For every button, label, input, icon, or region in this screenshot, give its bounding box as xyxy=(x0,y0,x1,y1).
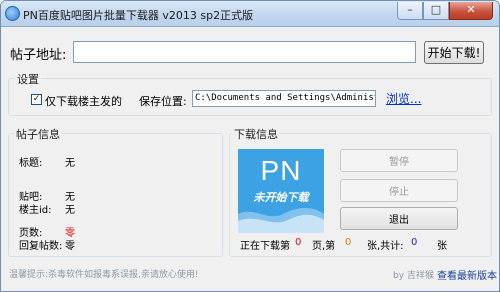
close-button[interactable]: ✕ xyxy=(449,2,493,20)
owner-id-value: 无 xyxy=(65,205,75,216)
only-owner-checkbox[interactable]: ✓ xyxy=(31,94,42,105)
window-controls: – □ ✕ xyxy=(397,2,493,20)
page-word: 页,第 xyxy=(312,241,336,252)
window-title: PN百度贴吧图片批量下载器 v2013 sp2正式版 xyxy=(23,9,254,22)
title-label: 标题: xyxy=(19,158,43,169)
replies-value: 零 xyxy=(65,241,75,252)
title-bar[interactable]: PN百度贴吧图片批量下载器 v2013 sp2正式版 – □ ✕ xyxy=(1,1,499,27)
replies-label: 回复帖数: xyxy=(19,241,63,252)
start-download-button[interactable]: 开始下载! xyxy=(424,41,484,64)
app-icon xyxy=(5,6,20,21)
minimize-button[interactable]: – xyxy=(397,2,423,20)
owner-id-label: 楼主id: xyxy=(19,205,52,216)
post-url-label: 帖子地址: xyxy=(10,48,67,63)
download-status-text: 未开始下载 xyxy=(253,191,309,204)
settings-section-label: 设置 xyxy=(15,71,41,87)
post-info-section-label: 帖子信息 xyxy=(14,126,62,142)
total-image-count: 0 xyxy=(411,237,418,248)
stop-button[interactable]: 停止 xyxy=(340,179,458,202)
total-word: 张 xyxy=(437,241,447,252)
maximize-button[interactable]: □ xyxy=(423,2,449,20)
footer-author-text: by 吉祥猴 xyxy=(393,271,434,281)
post-url-input[interactable] xyxy=(73,41,416,63)
current-page-count: 0 xyxy=(295,237,302,248)
pn-logo-text: PN xyxy=(260,155,302,186)
image-word: 张,共计: xyxy=(367,241,404,252)
pn-logo-image: PN 未开始下载 xyxy=(238,149,324,233)
progress-prefix: 正在下载第 xyxy=(240,241,290,252)
latest-version-link[interactable]: 查看最新版本 xyxy=(437,267,497,282)
save-path-field[interactable]: C:\Documents and Settings\Administrator\… xyxy=(192,90,376,107)
save-location-label: 保存位置: xyxy=(139,95,187,108)
title-value: 无 xyxy=(65,158,75,169)
logo-wave-graphic xyxy=(238,208,324,233)
only-owner-label[interactable]: 仅下载楼主发的 xyxy=(45,93,122,109)
exit-button[interactable]: 退出 xyxy=(340,207,458,230)
app-window: PN百度贴吧图片批量下载器 v2013 sp2正式版 – □ ✕ 帖子地址: 开… xyxy=(0,0,500,292)
browse-link[interactable]: 浏览... xyxy=(386,90,421,107)
footer-tip-text: 温馨提示:杀毒软件如报毒系误报,亲请放心使用! xyxy=(9,270,199,280)
download-info-section-label: 下载信息 xyxy=(232,126,280,142)
current-image-count: 0 xyxy=(345,237,352,248)
pause-button[interactable]: 暂停 xyxy=(340,149,458,172)
